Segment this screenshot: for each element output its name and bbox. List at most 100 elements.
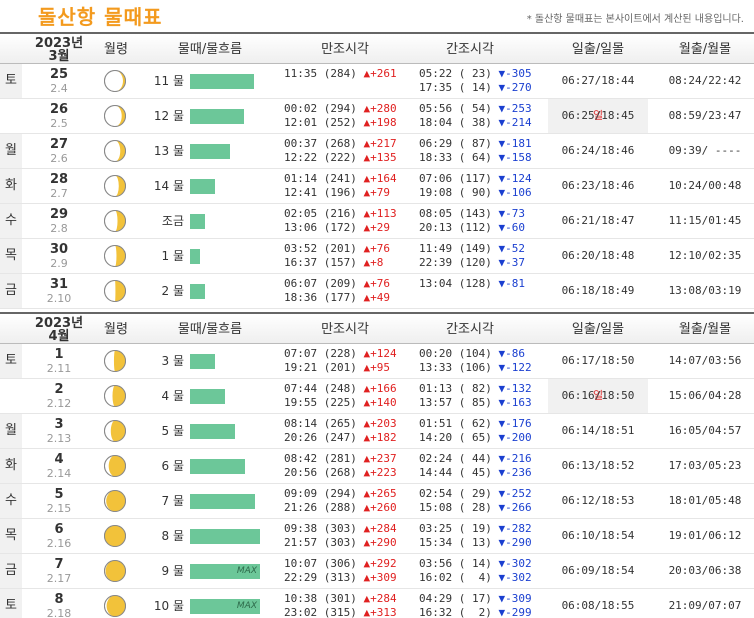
high-time-value: 22:29 xyxy=(284,571,318,584)
high-height: (201) xyxy=(323,361,357,374)
low-time: 19:08 ( 90) ▼-106 xyxy=(419,186,532,200)
low-diff: ▼-60 xyxy=(498,221,526,234)
high-time: 13:06 (172) ▲+29 xyxy=(284,221,390,235)
high-diff: ▲+8 xyxy=(363,256,384,269)
high-diff: ▲+49 xyxy=(363,291,391,304)
low-time: 02:24 ( 44) ▼-216 xyxy=(419,452,532,466)
moonrise-moonset: 10:24/00:48 xyxy=(668,179,742,192)
high-time: 11:35 (284) ▲+261 xyxy=(284,67,397,81)
high-time-value: 10:38 xyxy=(284,592,318,605)
low-time: 07:06 (117) ▼-124 xyxy=(419,172,532,186)
moonrise-moonset: 20:03/06:38 xyxy=(668,564,742,577)
low-height: ( 19) xyxy=(458,522,492,535)
high-diff: ▲+124 xyxy=(363,347,397,360)
tide-flow-bar xyxy=(190,109,244,124)
header-low-tide: 간조시각 xyxy=(446,42,494,57)
day-of-week: 화 xyxy=(0,449,22,483)
table-row: 화 28 2.7 14 물 01:14 (241) ▲+164 12:41 (196) ▲… xyxy=(0,169,754,204)
low-height: ( 23) xyxy=(458,67,492,80)
low-height: ( 64) xyxy=(458,151,492,164)
low-time-value: 13:04 xyxy=(419,277,453,290)
high-diff: ▲+203 xyxy=(363,417,397,430)
high-height: (157) xyxy=(323,256,357,269)
high-time: 00:37 (268) ▲+217 xyxy=(284,137,397,151)
low-time: 11:49 (149) ▼-52 xyxy=(419,242,525,256)
moon-phase-icon xyxy=(103,139,127,163)
low-time-value: 04:29 xyxy=(419,592,453,605)
low-time: 00:20 (104) ▼-86 xyxy=(419,347,525,361)
high-time-value: 16:37 xyxy=(284,256,318,269)
low-diff: ▼-305 xyxy=(498,67,532,80)
day-of-week: 목 xyxy=(0,239,22,273)
header-moonrise-moonset: 월출/월몰 xyxy=(678,42,732,57)
high-time-value: 21:57 xyxy=(284,536,318,549)
high-time-value: 09:09 xyxy=(284,487,318,500)
high-time: 20:26 (247) ▲+182 xyxy=(284,431,397,445)
high-diff: ▲+135 xyxy=(363,151,397,164)
low-time-value: 17:35 xyxy=(419,81,453,94)
lunar-date: 2.17 xyxy=(46,572,72,585)
low-diff: ▼-176 xyxy=(498,417,532,430)
sunrise-sunset: 06:14/18:51 xyxy=(561,424,635,437)
low-height: (128) xyxy=(458,277,492,290)
low-height: ( 13) xyxy=(458,536,492,549)
high-height: (301) xyxy=(323,592,357,605)
date-day: 30 xyxy=(49,242,69,257)
day-of-week: 금 xyxy=(0,554,22,588)
high-diff: ▲+290 xyxy=(363,536,397,549)
lunar-date: 2.5 xyxy=(50,117,68,130)
high-height: (303) xyxy=(323,522,357,535)
date-day: 7 xyxy=(54,557,64,572)
header-high-tide: 만조시각 xyxy=(321,42,369,57)
high-time-value: 08:42 xyxy=(284,452,318,465)
high-time-value: 02:05 xyxy=(284,207,318,220)
header-month: 3월 xyxy=(48,49,70,64)
table-row: 월 27 2.6 13 물 00:37 (268) ▲+217 12:22 (222) ▲… xyxy=(0,134,754,169)
header-month: 4월 xyxy=(48,329,70,344)
low-diff: ▼-216 xyxy=(498,452,532,465)
high-time-value: 11:35 xyxy=(284,67,318,80)
header-tide-flow: 물때/물흐름 xyxy=(177,322,243,337)
high-diff: ▲+265 xyxy=(363,487,397,500)
low-time: 13:57 ( 85) ▼-163 xyxy=(419,396,532,410)
low-height: (117) xyxy=(458,172,492,185)
high-time: 12:41 (196) ▲+79 xyxy=(284,186,390,200)
date-day: 28 xyxy=(49,172,69,187)
moon-phase-icon xyxy=(103,244,127,268)
tide-name: 13 물 xyxy=(153,144,184,158)
high-time-value: 00:37 xyxy=(284,137,318,150)
moonrise-moonset: 14:07/03:56 xyxy=(668,354,742,367)
table-row: 금 31 2.10 2 물 06:07 (209) ▲+76 18:36 (177) ▲+… xyxy=(0,274,754,309)
header-moonrise-moonset: 월출/월몰 xyxy=(678,322,732,337)
lunar-date: 2.16 xyxy=(46,537,72,550)
high-diff: ▲+76 xyxy=(363,277,391,290)
day-of-week: 토 xyxy=(0,344,22,378)
day-of-week: 토 xyxy=(0,64,22,98)
high-time: 01:14 (241) ▲+164 xyxy=(284,172,397,186)
moonrise-moonset: 12:10/02:35 xyxy=(668,249,742,262)
low-diff: ▼-309 xyxy=(498,592,532,605)
low-time: 15:08 ( 28) ▼-266 xyxy=(419,501,532,515)
high-height: (306) xyxy=(323,557,357,570)
lunar-date: 2.12 xyxy=(46,397,72,410)
high-height: (288) xyxy=(323,501,357,514)
low-height: (106) xyxy=(458,361,492,374)
high-diff: ▲+166 xyxy=(363,382,397,395)
moon-phase-icon xyxy=(103,209,127,233)
tide-flow-bar xyxy=(190,354,215,369)
date-day: 2 xyxy=(54,382,64,397)
moon-phase-icon xyxy=(103,174,127,198)
day-of-week: 금 xyxy=(0,274,22,308)
high-time: 10:07 (306) ▲+292 xyxy=(284,557,397,571)
moonrise-moonset: 15:06/04:28 xyxy=(668,389,742,402)
high-height: (313) xyxy=(323,571,357,584)
low-height: (104) xyxy=(458,347,492,360)
page-note: * 돌산항 물때표는 본사이트에서 계산된 내용입니다. xyxy=(526,14,744,25)
header-year-month: 2023년 3월 xyxy=(26,34,92,66)
day-of-week: 화 xyxy=(0,169,22,203)
tide-name: 9 물 xyxy=(161,564,185,578)
moon-phase-icon xyxy=(103,524,127,548)
table-row: 수 5 2.15 7 물 09:09 (294) ▲+265 21:26 (288) ▲+… xyxy=(0,484,754,519)
header-low-tide: 간조시각 xyxy=(446,322,494,337)
low-time: 02:54 ( 29) ▼-252 xyxy=(419,487,532,501)
